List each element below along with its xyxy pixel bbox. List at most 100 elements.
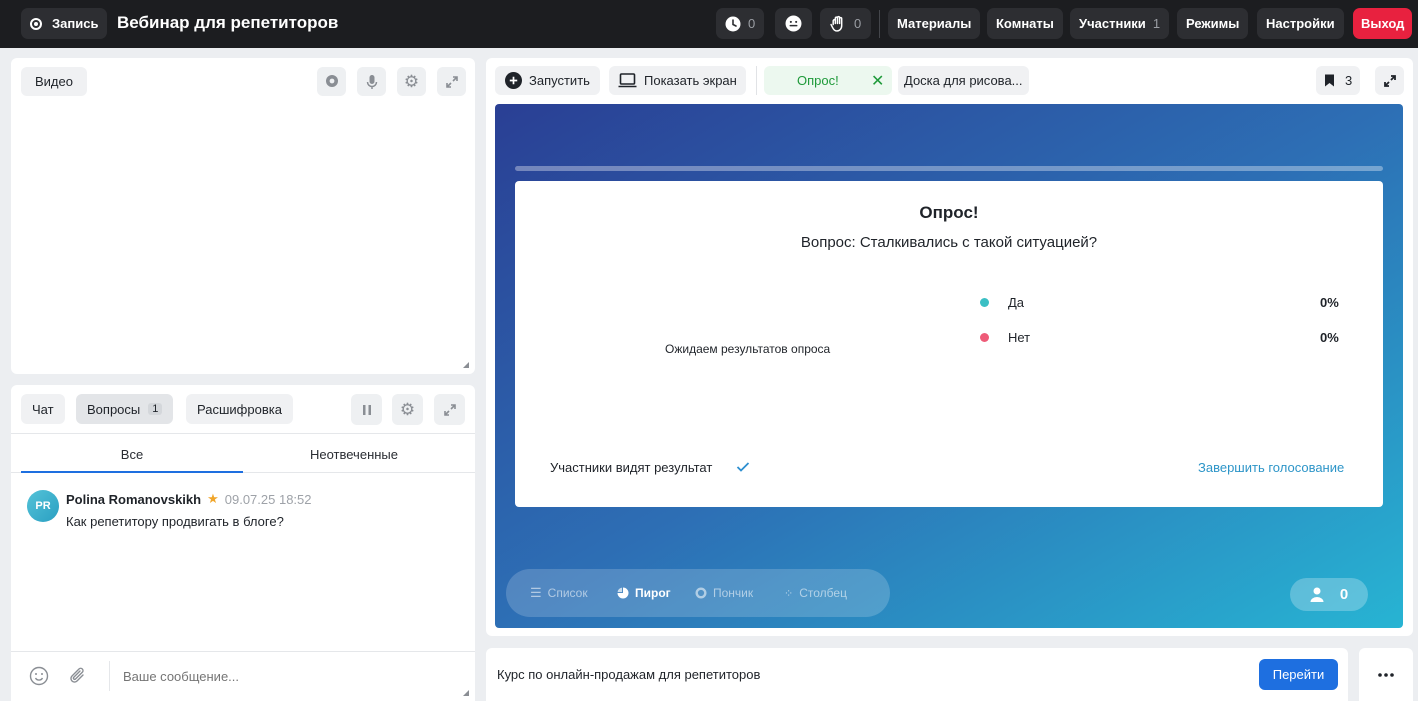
course-banner: Курс по онлайн-продажам для репетиторов … (486, 648, 1348, 701)
laptop-icon (618, 73, 637, 88)
participants-button[interactable]: Участники 1 (1070, 8, 1170, 39)
checkmark-icon (736, 462, 750, 472)
list-icon: ☰ (530, 585, 542, 600)
viewers-badge: 0 (1290, 578, 1368, 611)
view-pie-label: Пирог (635, 586, 671, 600)
emoji-icon (785, 15, 802, 32)
top-bar: Запись Вебинар для репетиторов 0 0 Матер… (0, 0, 1418, 48)
record-label: Запись (52, 16, 99, 31)
view-list-label: Список (547, 586, 588, 600)
avatar: PR (27, 490, 59, 522)
reactions-button[interactable] (775, 8, 812, 39)
star-icon: ★ (207, 491, 219, 506)
course-text: Курс по онлайн-продажам для репетиторов (497, 667, 761, 682)
modes-button[interactable]: Режимы (1177, 8, 1249, 39)
webcam-icon (325, 74, 338, 87)
emoji-button[interactable] (29, 666, 49, 689)
pause-button[interactable] (351, 394, 382, 425)
timer-button[interactable]: 0 (716, 8, 765, 39)
view-donut[interactable]: Пончик (695, 569, 753, 617)
settings-button[interactable]: Настройки (1257, 8, 1344, 39)
resize-handle[interactable] (463, 362, 469, 368)
participants-count: 1 (1152, 16, 1161, 31)
launch-button[interactable]: Запустить (495, 66, 600, 95)
message-timestamp: 09.07.25 18:52 (224, 491, 312, 507)
participants-see-result[interactable]: Участники видят результат (550, 460, 712, 475)
close-icon[interactable]: ✕ (871, 71, 884, 91)
poll-waiting-text: Ожидаем результатов опроса (665, 342, 831, 356)
rooms-button[interactable]: Комнаты (987, 8, 1063, 39)
exit-button[interactable]: Выход (1353, 8, 1413, 39)
materials-button[interactable]: Материалы (888, 8, 981, 39)
chat-panel: Чат Вопросы 1 Расшифровка ⚙ Все Неотвече… (11, 385, 475, 701)
message-text: Как репетитору продвигать в блоге? (66, 514, 284, 529)
bookmarks-button[interactable]: 3 (1316, 66, 1361, 95)
smile-icon (29, 666, 49, 686)
gear-icon: ⚙ (403, 71, 420, 91)
resize-handle[interactable] (463, 690, 469, 696)
message-input[interactable] (123, 663, 453, 689)
raise-hand-button[interactable]: 0 (820, 8, 872, 39)
video-settings-button[interactable]: ⚙ (397, 67, 426, 96)
option-label: Да (1008, 295, 1025, 310)
filter-all[interactable]: Все (21, 434, 243, 474)
plus-circle-icon (505, 72, 522, 89)
microphone-button[interactable] (357, 67, 386, 96)
view-column-label: Столбец (799, 586, 847, 600)
view-list[interactable]: ☰ Список (530, 569, 588, 617)
participants-label: Участники (1079, 16, 1146, 31)
poll-question: Вопрос: Сталкивались с такой ситуацией? (800, 234, 1098, 251)
divider (756, 66, 757, 95)
finish-voting-link[interactable]: Завершить голосование (1198, 460, 1344, 475)
message-author: Polina Romanovskikh (66, 491, 202, 507)
timer-count: 0 (748, 16, 756, 31)
tab-chat[interactable]: Чат (21, 394, 65, 424)
chart-view-switcher: ☰ Список Пирог Пончик ⁘ Столбец (506, 569, 890, 617)
stage-expand-button[interactable] (1375, 66, 1404, 95)
poll-title: Опрос! (919, 203, 979, 222)
tab-poll[interactable]: Опрос! ✕ (764, 66, 892, 95)
view-donut-label: Пончик (713, 586, 754, 600)
record-button[interactable]: Запись (21, 8, 108, 39)
legend-dot (980, 298, 989, 307)
legend-dot (980, 333, 989, 342)
view-pie[interactable]: Пирог (617, 569, 671, 617)
poll-stage: Опрос! Вопрос: Сталкивались с такой ситу… (495, 104, 1403, 628)
more-button[interactable] (1359, 648, 1413, 701)
divider (109, 661, 110, 691)
chat-settings-button[interactable]: ⚙ (392, 394, 423, 425)
go-button[interactable]: Перейти (1259, 659, 1338, 690)
tab-whiteboard[interactable]: Доска для рисова... (898, 66, 1029, 95)
share-screen-button[interactable]: Показать экран (609, 66, 746, 95)
scatter-icon: ⁘ (784, 587, 794, 600)
view-column[interactable]: ⁘ Столбец (784, 569, 847, 617)
active-tab-indicator (21, 471, 243, 473)
video-expand-button[interactable] (437, 67, 466, 96)
attach-button[interactable] (68, 666, 88, 689)
tab-transcript[interactable]: Расшифровка (186, 394, 293, 424)
microphone-icon (366, 74, 377, 89)
paperclip-icon (70, 667, 84, 683)
video-label-chip[interactable]: Видео (21, 67, 87, 96)
record-icon (30, 17, 42, 30)
tab-questions[interactable]: Вопросы 1 (76, 394, 174, 424)
camera-button[interactable] (317, 67, 346, 96)
pause-icon (362, 404, 371, 415)
user-icon (1310, 587, 1324, 602)
topbar-divider (879, 10, 880, 38)
donut-icon (695, 587, 707, 599)
option-percent: 0% (1320, 330, 1339, 345)
clock-icon (725, 16, 741, 31)
expand-icon (443, 403, 456, 416)
filter-unanswered[interactable]: Неотвеченные (243, 434, 465, 474)
expand-icon (1383, 74, 1396, 87)
expand-icon (445, 75, 458, 88)
hands-count: 0 (854, 16, 862, 31)
bookmarks-count: 3 (1345, 73, 1353, 88)
video-panel: Видео ⚙ (11, 58, 475, 374)
chat-expand-button[interactable] (434, 394, 465, 425)
poll-progress-bar (515, 166, 1383, 171)
poll-card: Опрос! Вопрос: Сталкивались с такой ситу… (515, 181, 1383, 507)
question-filter-tabs: Все Неотвеченные (11, 433, 475, 473)
option-percent: 0% (1320, 295, 1339, 310)
